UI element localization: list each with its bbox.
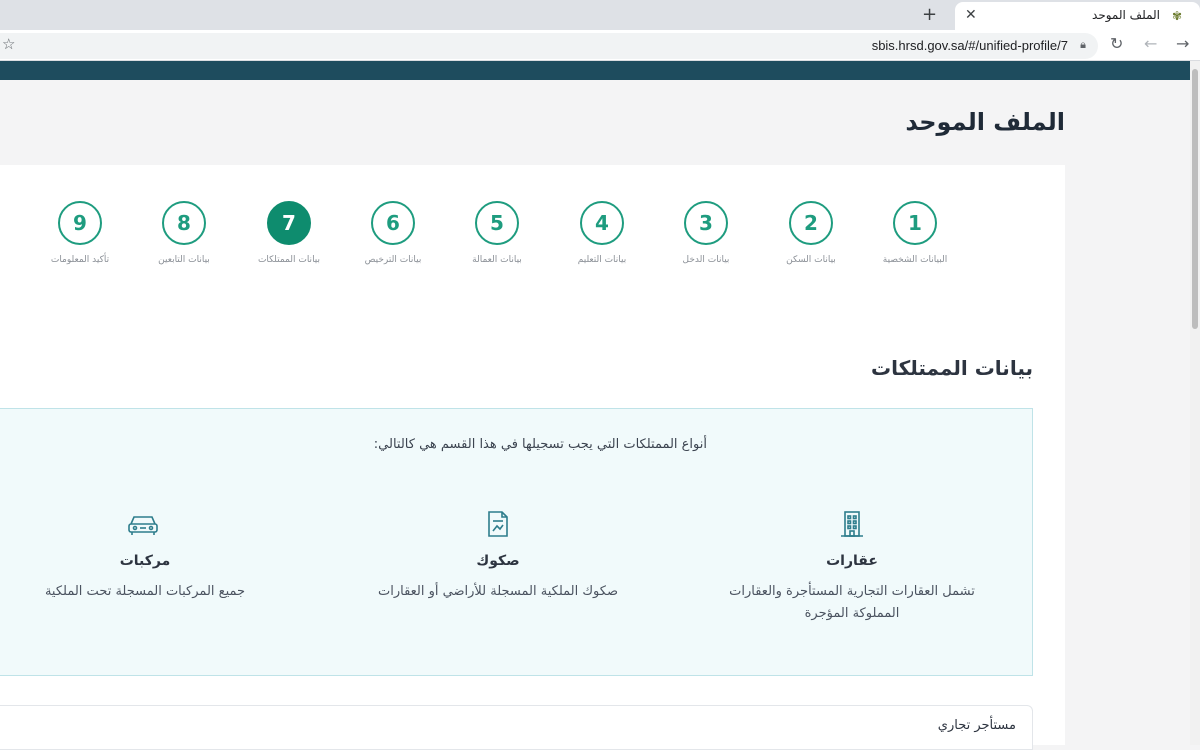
step-2[interactable]: 2 بيانات السكن bbox=[756, 201, 866, 265]
url-text[interactable]: sbis.hrsd.gov.sa/#/unified-profile/7 bbox=[872, 38, 1068, 53]
step-label: بيانات الممتلكات bbox=[257, 255, 321, 265]
step-9[interactable]: 9 تأكيد المعلومات bbox=[25, 201, 135, 265]
deed-document-icon bbox=[483, 509, 513, 539]
step-label: البيانات الشخصية bbox=[882, 255, 948, 265]
tab-close-icon[interactable]: ✕ bbox=[965, 7, 977, 23]
step-number: 6 bbox=[371, 201, 415, 245]
car-icon bbox=[128, 509, 160, 539]
omnibox[interactable]: ☆ sbis.hrsd.gov.sa/#/unified-profile/7 🔒… bbox=[0, 33, 1098, 59]
step-number: 1 bbox=[893, 201, 937, 245]
step-label: بيانات التابعين bbox=[158, 255, 210, 265]
step-3[interactable]: 3 بيانات الدخل bbox=[651, 201, 761, 265]
step-label: بيانات السكن bbox=[786, 255, 836, 265]
step-5[interactable]: 5 بيانات العمالة bbox=[442, 201, 552, 265]
property-type-real-estate: عقارات تشمل العقارات التجارية المستأجرة … bbox=[672, 509, 1032, 625]
step-6[interactable]: 6 بيانات الترخيص bbox=[338, 201, 448, 265]
property-type-desc: جميع المركبات المسجلة تحت الملكية bbox=[44, 584, 246, 599]
bookmark-star-icon[interactable]: ☆ bbox=[2, 35, 15, 53]
step-4[interactable]: 4 بيانات التعليم bbox=[547, 201, 657, 265]
step-number: 4 bbox=[580, 201, 624, 245]
property-type-vehicles: مركبات جميع المركبات المسجلة تحت الملكية bbox=[0, 509, 290, 603]
browser-tab[interactable]: ✾ الملف الموحد ✕ bbox=[955, 2, 1200, 30]
back-arrow-icon[interactable]: ← bbox=[1144, 34, 1157, 53]
tab-title: الملف الموحد bbox=[1092, 8, 1160, 22]
reload-icon[interactable]: ↻ bbox=[1110, 34, 1123, 53]
lock-icon[interactable]: 🔒︎ bbox=[1080, 38, 1086, 52]
scrollbar-thumb[interactable] bbox=[1192, 69, 1198, 329]
page-title: الملف الموحد bbox=[905, 108, 1065, 136]
property-type-desc: تشمل العقارات التجارية المستأجرة والعقار… bbox=[729, 584, 975, 621]
step-label: بيانات الدخل bbox=[682, 255, 730, 265]
step-label: تأكيد المعلومات bbox=[50, 255, 110, 265]
properties-section: بيانات الممتلكات أنواع الممتلكات التي يج… bbox=[0, 298, 1065, 750]
new-tab-icon[interactable]: + bbox=[922, 4, 937, 25]
step-number: 2 bbox=[789, 201, 833, 245]
step-label: بيانات التعليم bbox=[577, 255, 627, 265]
site-favicon-icon: ✾ bbox=[1171, 9, 1182, 23]
property-type-desc: صكوك الملكية المسجلة للأراضي أو العقارات bbox=[377, 584, 618, 599]
step-number: 3 bbox=[684, 201, 728, 245]
step-number: 8 bbox=[162, 201, 206, 245]
page-scrollbar[interactable] bbox=[1190, 61, 1200, 745]
info-intro-text: أنواع الممتلكات التي يجب تسجيلها في هذا … bbox=[373, 437, 707, 452]
site-header bbox=[0, 61, 1190, 80]
building-icon bbox=[837, 509, 867, 539]
commercial-tenant-label: مستأجر تجاري bbox=[937, 718, 1016, 733]
step-label: بيانات العمالة bbox=[472, 255, 522, 265]
commercial-tenant-panel[interactable]: مستأجر تجاري bbox=[0, 705, 1033, 750]
step-number: 7 bbox=[267, 201, 311, 245]
forward-arrow-icon[interactable]: → bbox=[1176, 34, 1189, 53]
address-bar: ☆ sbis.hrsd.gov.sa/#/unified-profile/7 🔒… bbox=[0, 30, 1200, 61]
step-8[interactable]: 8 بيانات التابعين bbox=[129, 201, 239, 265]
property-types-info-box: أنواع الممتلكات التي يجب تسجيلها في هذا … bbox=[0, 408, 1033, 676]
property-type-deeds: صكوك صكوك الملكية المسجلة للأراضي أو الع… bbox=[338, 509, 658, 603]
step-1[interactable]: 1 البيانات الشخصية bbox=[860, 201, 970, 265]
property-type-name: مركبات bbox=[119, 553, 171, 569]
step-7-active[interactable]: 7 بيانات الممتلكات bbox=[234, 201, 344, 265]
profile-stepper: 1 البيانات الشخصية 2 بيانات السكن 3 بيان… bbox=[0, 165, 1065, 298]
property-type-name: صكوك bbox=[476, 553, 520, 569]
step-number: 5 bbox=[475, 201, 519, 245]
step-label: بيانات الترخيص bbox=[364, 255, 422, 265]
property-type-name: عقارات bbox=[826, 553, 878, 569]
section-title: بيانات الممتلكات bbox=[870, 356, 1033, 380]
browser-tab-bar: ✾ الملف الموحد ✕ + bbox=[0, 0, 1200, 30]
step-number: 9 bbox=[58, 201, 102, 245]
